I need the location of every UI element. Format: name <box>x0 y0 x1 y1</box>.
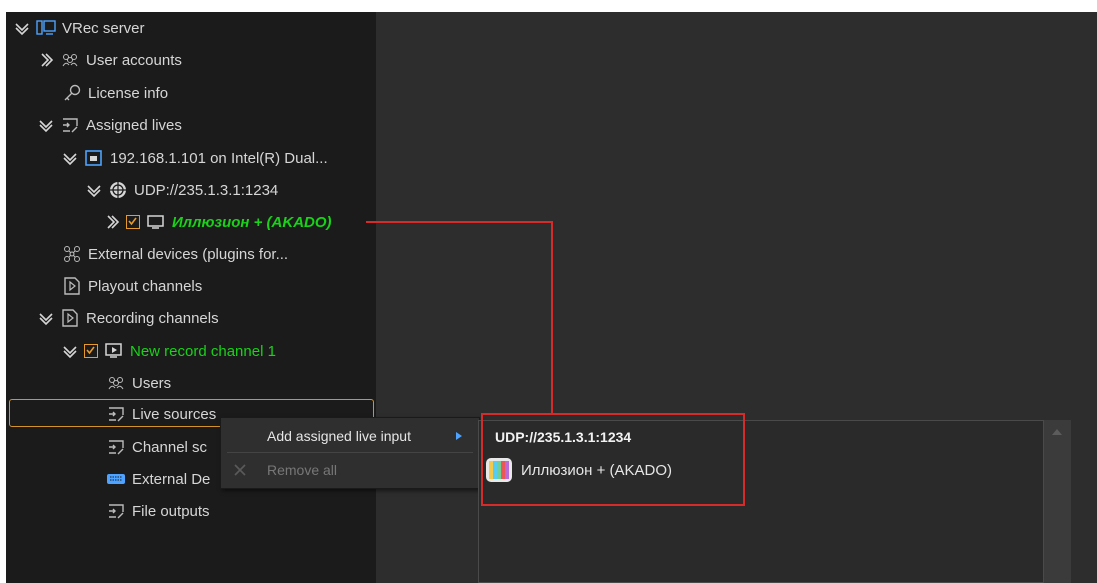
checkbox-checked[interactable] <box>84 344 98 358</box>
monitor-icon <box>147 215 164 229</box>
tree-item-ip-source[interactable]: 192.168.1.101 on Intel(R) Dual... <box>62 144 328 172</box>
menu-item-label: Remove all <box>267 462 338 478</box>
tree-label: Users <box>132 374 172 392</box>
menu-item-label: Add assigned live input <box>267 428 411 444</box>
live-input-icon <box>109 504 124 519</box>
tree-item-external-devices-sub[interactable]: External De <box>106 465 210 493</box>
tree-item-channel-illusion[interactable]: Иллюзион + (AKADO) <box>104 208 332 236</box>
document-icon <box>64 277 80 295</box>
tree-label: UDP://235.1.3.1:1234 <box>134 181 279 199</box>
menu-item-add-assigned-live-input[interactable]: Add assigned live input <box>221 420 479 452</box>
live-input-icon <box>109 440 124 455</box>
chevron-down-icon[interactable] <box>86 182 102 198</box>
keyboard-icon <box>107 474 125 484</box>
users-icon <box>108 377 124 390</box>
document-icon <box>62 309 78 327</box>
tree-item-channel-schedule[interactable]: Channel sc <box>106 433 207 461</box>
scroll-up-icon[interactable] <box>1051 428 1063 436</box>
chevron-down-icon[interactable] <box>38 310 54 326</box>
tree-item-live-sources[interactable]: Live sources <box>106 400 216 428</box>
tree-label: External De <box>132 470 211 488</box>
annotation-line-vertical <box>551 221 553 414</box>
menu-item-remove-all[interactable]: Remove all <box>221 454 479 486</box>
tree-item-license-info[interactable]: License info <box>62 79 168 107</box>
chevron-right-icon[interactable] <box>38 52 54 68</box>
record-channel-icon <box>105 343 122 358</box>
annotation-highlight-box <box>481 413 745 506</box>
users-icon <box>62 54 78 67</box>
checkbox-checked[interactable] <box>126 215 140 229</box>
tree-label: VRec server <box>62 19 145 37</box>
key-icon <box>64 84 81 101</box>
tree-label: External devices (plugins for... <box>88 245 289 263</box>
tree-label: Иллюзион + (AKADO) <box>172 213 332 231</box>
close-icon <box>234 464 246 476</box>
tree-item-assigned-lives[interactable]: Assigned lives <box>38 111 182 139</box>
tree-item-file-outputs[interactable]: File outputs <box>106 497 210 525</box>
chevron-down-icon[interactable] <box>38 117 54 133</box>
tree-label: User accounts <box>86 51 182 69</box>
tree-label: License info <box>88 84 169 102</box>
menu-divider <box>227 452 473 453</box>
submenu-arrow-icon <box>456 432 462 440</box>
annotation-line-horizontal <box>366 221 553 223</box>
tree-label: Recording channels <box>86 309 219 327</box>
tree-label: New record channel 1 <box>130 342 276 360</box>
globe-icon <box>110 182 126 198</box>
tree-label: Live sources <box>132 405 217 423</box>
tree-item-playout-channels[interactable]: Playout channels <box>62 272 202 300</box>
scrollbar[interactable] <box>1044 420 1071 583</box>
tree-item-udp-source[interactable]: UDP://235.1.3.1:1234 <box>86 176 278 204</box>
chevron-right-icon[interactable] <box>104 214 120 230</box>
tree-label: Playout channels <box>88 277 203 295</box>
tree-item-new-record-channel[interactable]: New record channel 1 <box>62 337 276 365</box>
live-input-icon <box>109 407 124 422</box>
tree-label: 192.168.1.101 on Intel(R) Dual... <box>110 149 328 167</box>
network-card-icon <box>85 150 102 166</box>
tree-item-users[interactable]: Users <box>106 369 171 397</box>
context-menu: Add assigned live input Remove all <box>220 417 480 489</box>
tree-label: Assigned lives <box>86 116 182 134</box>
chevron-down-icon[interactable] <box>62 150 78 166</box>
tree-item-recording-channels[interactable]: Recording channels <box>38 304 219 332</box>
server-icon <box>36 20 56 35</box>
tree-item-external-devices[interactable]: External devices (plugins for... <box>62 240 288 268</box>
tree-item-user-accounts[interactable]: User accounts <box>38 46 182 74</box>
plugin-icon <box>64 246 80 262</box>
live-input-icon <box>63 118 78 133</box>
chevron-down-icon[interactable] <box>14 20 30 36</box>
tree-label: Channel sc <box>132 438 208 456</box>
tree-label: File outputs <box>132 502 210 520</box>
chevron-down-icon[interactable] <box>62 343 78 359</box>
tree-item-vrec-server[interactable]: VRec server <box>14 14 145 42</box>
